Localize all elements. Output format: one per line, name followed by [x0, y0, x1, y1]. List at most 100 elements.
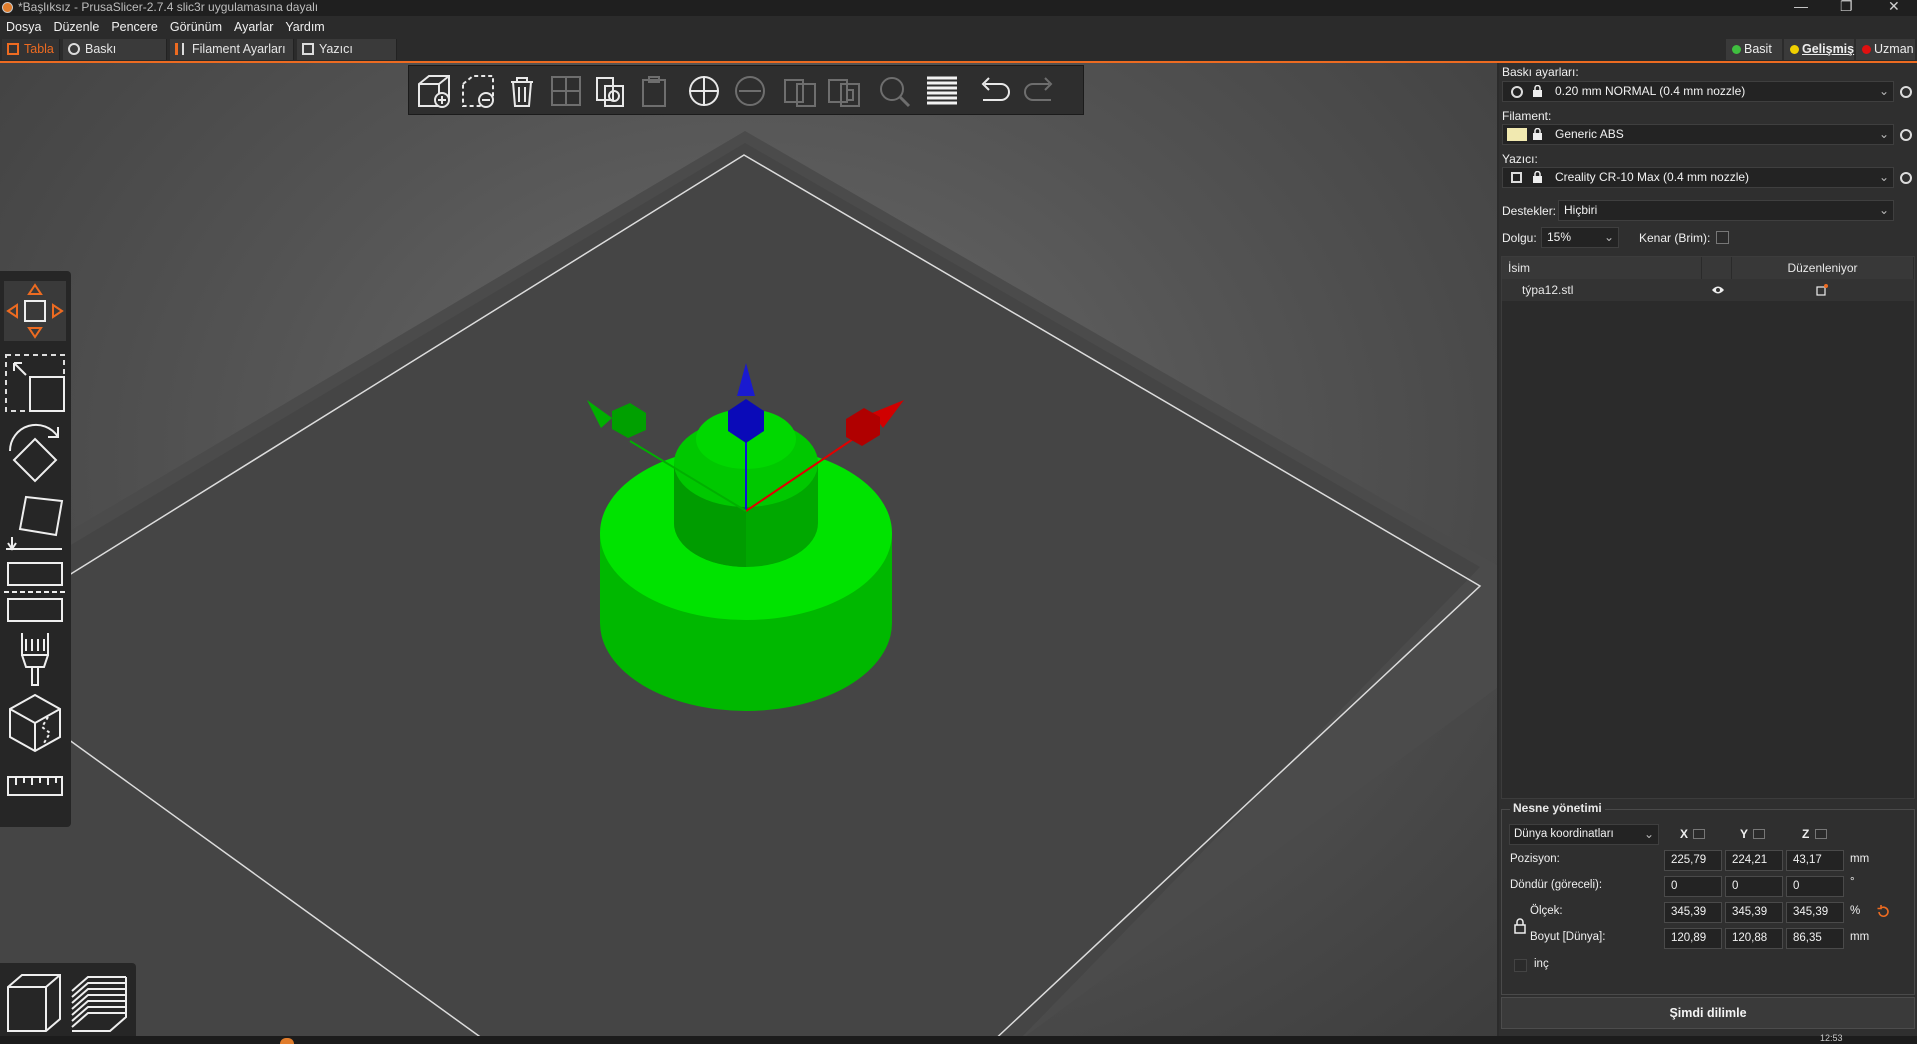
column-name-header[interactable]: İsim: [1502, 257, 1702, 279]
split-parts-icon[interactable]: [825, 72, 863, 110]
close-window-button[interactable]: ✕: [1888, 0, 1900, 15]
brim-checkbox[interactable]: [1716, 231, 1729, 244]
eye-icon[interactable]: [1711, 285, 1725, 295]
filament-label: Filament:: [1502, 109, 1552, 123]
window-title: *Başlıksız - PrusaSlicer-2.7.4 slic3r uy…: [18, 0, 319, 14]
scale-y-input[interactable]: 345,39: [1725, 902, 1783, 923]
mode-advanced[interactable]: Gelişmiş: [1784, 39, 1854, 60]
sidebar: Baskı ayarları: 0.20 mm NORMAL (0.4 mm n…: [1499, 63, 1917, 1044]
infill-combo[interactable]: 15% ⌄: [1541, 227, 1619, 248]
3d-view-icon[interactable]: [4, 971, 64, 1035]
taskbar-app-icon[interactable]: [280, 1038, 294, 1044]
axis-y-toggle[interactable]: [1753, 829, 1765, 839]
maximize-button[interactable]: ❐: [1840, 0, 1853, 15]
layers-editing-icon[interactable]: [923, 72, 961, 110]
scale-x-input[interactable]: 345,39: [1664, 902, 1722, 923]
position-x-input[interactable]: 225,79: [1664, 850, 1722, 871]
edit-preset-icon[interactable]: [1900, 129, 1912, 141]
filament-color-swatch[interactable]: [1507, 128, 1527, 141]
copy-icon[interactable]: [591, 72, 629, 110]
menu-file[interactable]: Dosya: [0, 16, 47, 38]
slice-now-button[interactable]: Şimdi dilimle: [1501, 997, 1915, 1029]
printer-icon: [302, 43, 314, 55]
plater-icon: [7, 43, 19, 55]
tab-filament-settings[interactable]: Filament Ayarları: [170, 39, 294, 60]
edit-preset-icon[interactable]: [1900, 172, 1912, 184]
printer-value: Creality CR-10 Max (0.4 mm nozzle): [1555, 170, 1750, 184]
scale-icon[interactable]: [4, 353, 66, 413]
redo-icon[interactable]: [1021, 72, 1059, 110]
delete-icon[interactable]: [459, 72, 497, 110]
axis-z-label: Z: [1802, 827, 1810, 841]
scale-z-input[interactable]: 345,39: [1786, 902, 1844, 923]
coordinate-system-value: Dünya koordinatları: [1514, 828, 1614, 840]
tab-printer-settings[interactable]: Yazıcı ayarları: [297, 39, 397, 77]
top-toolbar: [408, 65, 1084, 115]
tab-plater[interactable]: Tabla: [2, 39, 60, 60]
menu-view[interactable]: Görünüm: [164, 16, 228, 38]
seam-painting-icon[interactable]: [4, 691, 66, 753]
print-settings-combo[interactable]: 0.20 mm NORMAL (0.4 mm nozzle) ⌄: [1502, 81, 1894, 102]
split-objects-icon[interactable]: [781, 72, 819, 110]
paste-icon[interactable]: [635, 72, 673, 110]
supports-combo[interactable]: Hiçbiri ⌄: [1558, 200, 1894, 221]
rotate-label: Döndür (göreceli):: [1510, 879, 1603, 891]
tab-label: Tabla: [24, 42, 54, 56]
scene-canvas[interactable]: [0, 63, 1497, 1044]
preview-icon[interactable]: [68, 971, 130, 1035]
taskbar: 12:53: [0, 1033, 1917, 1044]
printer-combo[interactable]: Creality CR-10 Max (0.4 mm nozzle) ⌄: [1502, 167, 1894, 188]
paint-supports-icon[interactable]: [4, 631, 66, 689]
object-list: İsim Düzenleniyor týpa12.stl: [1501, 256, 1915, 799]
coordinate-system-combo[interactable]: Dünya koordinatları ⌄: [1509, 824, 1659, 845]
menu-settings[interactable]: Ayarlar: [228, 16, 279, 38]
lock-scale-icon[interactable]: [1514, 918, 1526, 934]
edit-preset-icon[interactable]: [1900, 86, 1912, 98]
undo-icon[interactable]: [975, 72, 1013, 110]
edit-object-icon[interactable]: [1816, 284, 1828, 296]
size-x-input[interactable]: 120,89: [1664, 928, 1722, 949]
rotate-icon[interactable]: [4, 421, 66, 483]
size-y-input[interactable]: 120,88: [1725, 928, 1783, 949]
rotate-y-input[interactable]: 0: [1725, 876, 1783, 897]
rotate-z-input[interactable]: 0: [1786, 876, 1844, 897]
minimize-button[interactable]: —: [1794, 0, 1808, 14]
reset-scale-icon[interactable]: [1876, 905, 1890, 919]
list-item[interactable]: týpa12.stl: [1502, 279, 1914, 301]
mode-simple[interactable]: Basit: [1726, 39, 1782, 60]
remove-instance-icon[interactable]: [731, 72, 769, 110]
axis-z-toggle[interactable]: [1815, 829, 1827, 839]
add-icon[interactable]: [415, 72, 453, 110]
inch-checkbox[interactable]: [1514, 959, 1527, 972]
3d-viewport[interactable]: [0, 63, 1497, 1044]
column-visibility-header[interactable]: [1702, 257, 1732, 279]
delete-all-icon[interactable]: [503, 72, 541, 110]
arrange-icon[interactable]: [547, 72, 585, 110]
menu-window[interactable]: Pencere: [105, 16, 164, 38]
position-z-input[interactable]: 43,17: [1786, 850, 1844, 871]
measure-icon[interactable]: [4, 771, 66, 801]
position-label: Pozisyon:: [1510, 853, 1560, 865]
position-y-input[interactable]: 224,21: [1725, 850, 1783, 871]
place-on-face-icon[interactable]: [4, 491, 66, 553]
printer-label: Yazıcı:: [1502, 152, 1538, 166]
move-icon[interactable]: [4, 281, 66, 341]
axis-x-toggle[interactable]: [1693, 829, 1705, 839]
chevron-down-icon: ⌄: [1643, 827, 1654, 841]
size-z-input[interactable]: 86,35: [1786, 928, 1844, 949]
column-editing-header[interactable]: Düzenleniyor: [1732, 257, 1914, 279]
size-label: Boyut [Dünya]:: [1530, 931, 1606, 943]
menu-edit[interactable]: Düzenle: [47, 16, 105, 38]
cog-icon: [68, 43, 80, 55]
inch-label: inç: [1534, 958, 1549, 970]
object-manipulation-panel: Nesne yönetimi Dünya koordinatları ⌄ X Y…: [1501, 801, 1915, 995]
mode-expert[interactable]: Uzman: [1856, 39, 1915, 60]
menu-help[interactable]: Yardım: [279, 16, 330, 38]
search-icon[interactable]: [875, 72, 913, 110]
filament-combo[interactable]: Generic ABS ⌄: [1502, 124, 1894, 145]
rotate-x-input[interactable]: 0: [1664, 876, 1722, 897]
panel-title: Nesne yönetimi: [1510, 801, 1605, 815]
add-instance-icon[interactable]: [685, 72, 723, 110]
tab-print-settings[interactable]: Baskı Ayarları: [63, 39, 167, 77]
cut-icon[interactable]: [4, 559, 66, 625]
